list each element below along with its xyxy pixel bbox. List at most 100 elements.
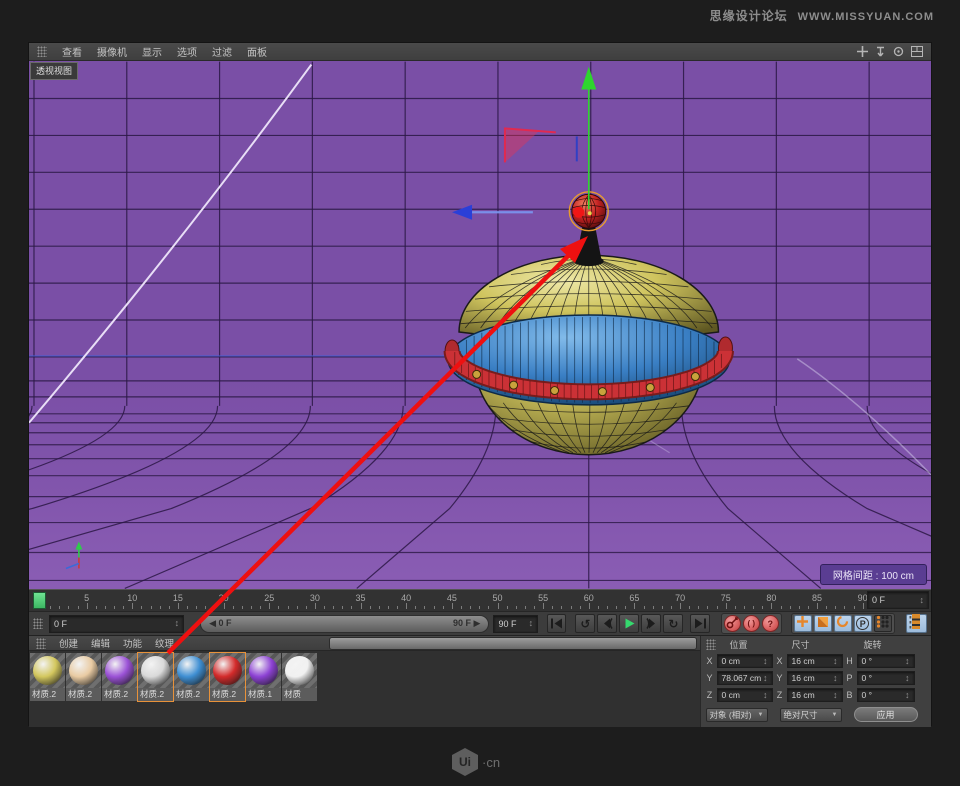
material-swatch[interactable]: 材质.2 bbox=[174, 653, 209, 701]
material-swatch[interactable]: 材质.2 bbox=[66, 653, 101, 701]
viewport-name-label[interactable]: 透视视图 bbox=[30, 62, 78, 80]
toggle-views-icon[interactable] bbox=[911, 46, 923, 57]
spinner-icon[interactable]: ↕ bbox=[763, 674, 768, 683]
ruler-tick bbox=[571, 606, 572, 609]
ruler-tick bbox=[488, 606, 489, 609]
ruler-number: 45 bbox=[447, 593, 457, 603]
rotation-p-field[interactable]: 0 °↕ bbox=[857, 671, 915, 685]
size-x-field[interactable]: 16 cm↕ bbox=[787, 654, 843, 668]
play-reverse-button[interactable]: ↺ bbox=[575, 614, 595, 633]
record-keyframe-button[interactable] bbox=[724, 615, 741, 632]
ruler-tick bbox=[717, 606, 718, 609]
ruler-tick bbox=[169, 606, 170, 609]
object-mode-dropdown[interactable]: 对象 (相对)▼ bbox=[706, 708, 768, 722]
goto-end-button[interactable] bbox=[690, 614, 709, 633]
spinner-icon[interactable]: ↕ bbox=[905, 674, 910, 683]
spinner-icon[interactable]: ↕ bbox=[905, 691, 910, 700]
timeline-ruler[interactable]: 0 F ↕ 0510152025303540455055606570758085… bbox=[29, 589, 931, 611]
position-x-field[interactable]: 0 cm↕ bbox=[717, 654, 773, 668]
rotation-h-field[interactable]: 0 °↕ bbox=[857, 654, 915, 668]
dolly-view-icon[interactable] bbox=[875, 46, 886, 57]
material-swatch[interactable]: 材质 bbox=[282, 653, 317, 701]
menu-texture[interactable]: 纹理 bbox=[155, 636, 174, 650]
gizmo-plane-handle[interactable] bbox=[505, 128, 556, 162]
material-swatch[interactable]: 材质.2 bbox=[138, 653, 173, 701]
gizmo-x-axis[interactable] bbox=[452, 205, 533, 220]
material-swatch[interactable]: 材质.2 bbox=[102, 653, 137, 701]
move-gizmo[interactable] bbox=[452, 67, 596, 220]
goto-start-button[interactable] bbox=[547, 614, 566, 633]
current-frame-field[interactable]: 0 F ↕ bbox=[49, 615, 184, 633]
prev-key-button[interactable] bbox=[597, 614, 617, 633]
end-frame-field[interactable]: 90 F ↕ bbox=[493, 615, 538, 633]
material-swatch[interactable]: 材质.2 bbox=[210, 653, 245, 701]
menu-camera[interactable]: 摄像机 bbox=[97, 44, 127, 59]
record-position-toggle[interactable] bbox=[794, 615, 812, 632]
material-scrollbar[interactable] bbox=[329, 637, 697, 650]
panel-drag-handle-icon[interactable] bbox=[33, 618, 43, 629]
spinner-icon[interactable]: ↕ bbox=[175, 619, 180, 628]
ruler-number: 20 bbox=[219, 593, 229, 603]
panel-drag-handle-icon[interactable] bbox=[36, 638, 46, 649]
frame-range-slider[interactable]: ◀ 0 F 90 F ▶ bbox=[200, 615, 489, 633]
record-pla-toggle[interactable] bbox=[874, 615, 892, 632]
frame-field-right[interactable]: 0 F ↕ bbox=[867, 591, 929, 609]
play-loop-button[interactable]: ↻ bbox=[663, 614, 683, 633]
panel-drag-handle-icon[interactable] bbox=[706, 639, 716, 650]
autokey-button[interactable]: ( ) bbox=[743, 615, 760, 632]
record-parameter-toggle[interactable]: P bbox=[854, 615, 872, 632]
spinner-icon[interactable]: ↕ bbox=[763, 657, 768, 666]
keyframe-selection-button[interactable]: ? bbox=[762, 615, 779, 632]
ufo-model[interactable] bbox=[445, 192, 732, 455]
spinner-icon[interactable]: ↕ bbox=[833, 674, 838, 683]
menu-edit[interactable]: 编辑 bbox=[91, 636, 110, 650]
ruler-tick bbox=[507, 606, 508, 609]
next-key-icon bbox=[645, 618, 658, 629]
apply-button[interactable]: 应用 bbox=[854, 707, 918, 722]
slider-left-arrow-icon[interactable]: ◀ bbox=[209, 618, 216, 628]
spinner-icon[interactable]: ↕ bbox=[905, 657, 910, 666]
slider-right-arrow-icon[interactable]: ▶ bbox=[474, 618, 481, 628]
record-scale-icon bbox=[817, 615, 829, 633]
position-z-field[interactable]: 0 cm↕ bbox=[717, 688, 773, 702]
background-splines bbox=[29, 65, 931, 475]
open-timeline-icon bbox=[909, 614, 923, 634]
ruler-number: 35 bbox=[356, 593, 366, 603]
menu-display[interactable]: 显示 bbox=[142, 44, 162, 59]
menu-panel[interactable]: 面板 bbox=[247, 44, 267, 59]
spinner-icon[interactable]: ↕ bbox=[920, 596, 925, 605]
ruler-tick bbox=[242, 606, 243, 609]
record-scale-toggle[interactable] bbox=[814, 615, 832, 632]
menu-function[interactable]: 功能 bbox=[123, 636, 142, 650]
spinner-icon[interactable]: ↕ bbox=[833, 657, 838, 666]
menu-create[interactable]: 创建 bbox=[59, 636, 78, 650]
open-timeline-button[interactable] bbox=[906, 614, 927, 633]
material-swatch[interactable]: 材质.1 bbox=[246, 653, 281, 701]
autokey-icon: ( ) bbox=[747, 619, 755, 628]
size-mode-dropdown[interactable]: 绝对尺寸▼ bbox=[780, 708, 842, 722]
record-rotation-toggle[interactable] bbox=[834, 615, 852, 632]
gizmo-y-axis[interactable] bbox=[581, 67, 596, 210]
play-button[interactable] bbox=[619, 614, 639, 633]
panel-drag-handle-icon[interactable] bbox=[37, 46, 47, 57]
spinner-icon[interactable]: ↕ bbox=[763, 691, 768, 700]
gizmo-center-dot[interactable] bbox=[573, 207, 584, 218]
perspective-viewport[interactable]: 透视视图 网格间距 : 100 cm bbox=[29, 61, 931, 589]
spinner-icon[interactable]: ↕ bbox=[833, 691, 838, 700]
ruler-tick bbox=[333, 606, 334, 609]
rotate-view-icon[interactable] bbox=[893, 46, 904, 57]
position-y-field[interactable]: 78.067 cm↕ bbox=[717, 671, 773, 685]
current-frame-marker[interactable] bbox=[33, 592, 46, 609]
chevron-down-icon: ▼ bbox=[758, 712, 764, 718]
next-key-button[interactable] bbox=[641, 614, 661, 633]
rotation-b-field[interactable]: 0 °↕ bbox=[857, 688, 915, 702]
size-z-field[interactable]: 16 cm↕ bbox=[787, 688, 843, 702]
material-swatch[interactable]: 材质.2 bbox=[30, 653, 65, 701]
menu-options[interactable]: 选项 bbox=[177, 44, 197, 59]
menu-filter[interactable]: 过滤 bbox=[212, 44, 232, 59]
size-y-field[interactable]: 16 cm↕ bbox=[787, 671, 843, 685]
pan-view-icon[interactable] bbox=[857, 46, 868, 57]
menu-view[interactable]: 查看 bbox=[62, 44, 82, 59]
spinner-icon[interactable]: ↕ bbox=[529, 619, 534, 628]
ruler-tick bbox=[799, 606, 800, 609]
